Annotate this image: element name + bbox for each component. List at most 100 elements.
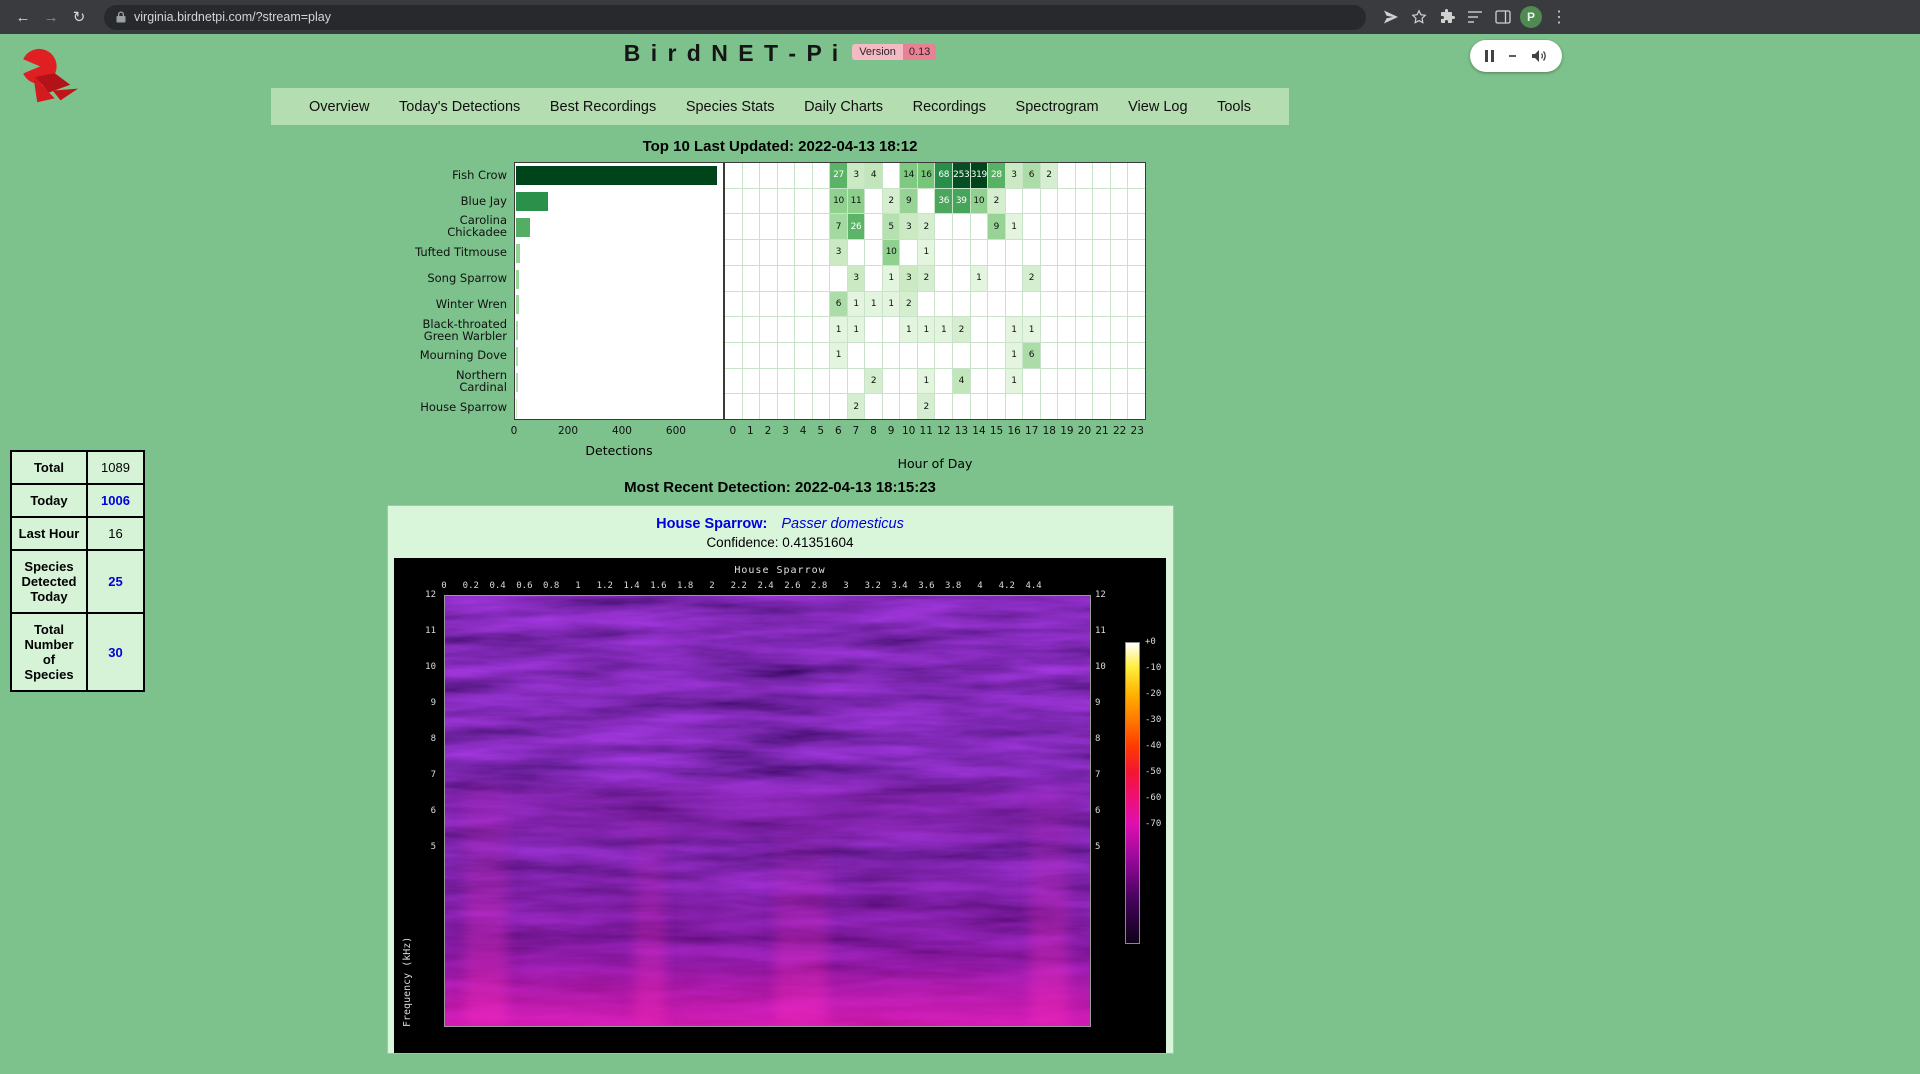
spectrogram-image — [444, 595, 1091, 1027]
heat-xtick: 1 — [747, 425, 754, 437]
heatmap-cell — [743, 317, 760, 342]
heatmap-cell — [988, 394, 1005, 419]
heatmap-grid: 2734141668253319283621011293639102726532… — [724, 162, 1146, 420]
side-panel-icon[interactable] — [1490, 4, 1516, 30]
nav-item-daily-charts[interactable]: Daily Charts — [794, 95, 893, 119]
heatmap-cell — [725, 163, 742, 188]
heat-xtick: 3 — [782, 425, 789, 437]
profile-avatar[interactable]: P — [1518, 4, 1544, 30]
reading-list-icon[interactable] — [1462, 4, 1488, 30]
bar-song-sparrow — [516, 270, 519, 289]
bookmark-star-icon[interactable] — [1406, 4, 1432, 30]
heatmap-cell — [725, 394, 742, 419]
species-latin-link[interactable]: Passer domesticus — [781, 516, 904, 532]
bar-black-throated-green-warbler — [516, 321, 518, 340]
heatmap-cell — [1058, 214, 1075, 239]
heatmap-cell: 1 — [1006, 369, 1023, 394]
heatmap-cell — [1058, 317, 1075, 342]
forward-button[interactable]: → — [38, 4, 64, 30]
stat-label: Today — [11, 484, 87, 517]
nav-item-tools[interactable]: Tools — [1207, 95, 1261, 119]
heatmap-cell — [813, 163, 830, 188]
heatmap-cell — [935, 214, 952, 239]
heatmap-cell — [1093, 189, 1110, 214]
species-label-black-throated-green-warbler: Black-throated Green Warbler — [414, 317, 514, 343]
heatmap-cell — [1041, 317, 1058, 342]
stat-value[interactable]: 25 — [87, 550, 144, 613]
bar-mourning-dove — [516, 347, 518, 366]
volume-slider[interactable] — [1509, 55, 1516, 57]
heat-xtick: 9 — [888, 425, 895, 437]
extensions-puzzle-icon[interactable] — [1434, 4, 1460, 30]
nav-item-today-s-detections[interactable]: Today's Detections — [389, 95, 530, 119]
heatmap-cell — [953, 266, 970, 291]
species-label-house-sparrow: House Sparrow — [414, 394, 514, 420]
heatmap-cell — [1006, 240, 1023, 265]
send-icon[interactable] — [1378, 4, 1404, 30]
heatmap-cell — [988, 292, 1005, 317]
nav-item-species-stats[interactable]: Species Stats — [676, 95, 785, 119]
heatmap-cell — [813, 292, 830, 317]
pause-button[interactable] — [1485, 50, 1494, 62]
heatmap-cell — [1058, 240, 1075, 265]
heat-xtick: 4 — [800, 425, 807, 437]
heatmap-cell — [1093, 240, 1110, 265]
heatmap-cell — [1041, 266, 1058, 291]
spec-xtick: 4 — [977, 581, 982, 591]
species-label-mourning-dove: Mourning Dove — [414, 343, 514, 369]
heatmap-cell: 2 — [918, 214, 935, 239]
heatmap-cell — [725, 189, 742, 214]
heatmap-cell — [988, 240, 1005, 265]
address-bar[interactable]: virginia.birdnetpi.com/?stream=play — [104, 5, 1366, 30]
stat-value[interactable]: 1006 — [87, 484, 144, 517]
reload-button[interactable]: ↻ — [66, 4, 92, 30]
heatmap-cell: 3 — [830, 240, 847, 265]
stat-label: Total Number of Species — [11, 613, 87, 691]
heatmap-cell — [971, 394, 988, 419]
species-label-song-sparrow: Song Sparrow — [414, 265, 514, 291]
heatmap-cell — [865, 394, 882, 419]
stat-value: 16 — [87, 517, 144, 550]
spec-xtick: 0 — [441, 581, 446, 591]
heatmap-cell — [1076, 240, 1093, 265]
heatmap-cell — [795, 317, 812, 342]
heatmap-cell — [1058, 369, 1075, 394]
nav-item-view-log[interactable]: View Log — [1118, 95, 1197, 119]
heatmap-cell — [953, 343, 970, 368]
heatmap-cell — [1093, 343, 1110, 368]
nav-item-recordings[interactable]: Recordings — [903, 95, 996, 119]
menu-dots-icon[interactable]: ⋮ — [1546, 4, 1572, 30]
heatmap-cell — [1093, 163, 1110, 188]
heatmap-cell — [725, 317, 742, 342]
heatmap-cell — [1076, 266, 1093, 291]
back-button[interactable]: ← — [10, 4, 36, 30]
species-common-link[interactable]: House Sparrow: — [656, 516, 767, 532]
spec-ytick: 5 — [394, 842, 436, 852]
heatmap-cell — [743, 189, 760, 214]
heatmap-cell — [900, 369, 917, 394]
heatmap-cell — [1076, 163, 1093, 188]
spec-ytick: 9 — [1095, 698, 1121, 708]
url-text: virginia.birdnetpi.com/?stream=play — [134, 10, 331, 24]
nav-item-overview[interactable]: Overview — [299, 95, 379, 119]
nav-item-spectrogram[interactable]: Spectrogram — [1006, 95, 1109, 119]
heat-xtick: 21 — [1095, 425, 1108, 437]
most-recent-heading: Most Recent Detection: 2022-04-13 18:15:… — [0, 479, 1560, 496]
heatmap-cell — [1128, 189, 1145, 214]
heatmap-cell — [918, 189, 935, 214]
stat-label: Last Hour — [11, 517, 87, 550]
spec-ytick: 11 — [1095, 626, 1121, 636]
spec-xtick: 2.8 — [811, 581, 827, 591]
speaker-icon[interactable] — [1531, 49, 1547, 63]
heatmap-cell: 1 — [918, 369, 935, 394]
heat-xtick: 8 — [870, 425, 877, 437]
heatmap-cell — [760, 266, 777, 291]
version-badge[interactable]: Version 0.13 — [852, 44, 936, 60]
heatmap-cell — [935, 292, 952, 317]
stat-value[interactable]: 30 — [87, 613, 144, 691]
spec-xtick: 3.8 — [945, 581, 961, 591]
heatmap-cell — [1041, 343, 1058, 368]
nav-item-best-recordings[interactable]: Best Recordings — [540, 95, 666, 119]
heatmap-cell — [918, 343, 935, 368]
heat-xtick: 7 — [853, 425, 860, 437]
